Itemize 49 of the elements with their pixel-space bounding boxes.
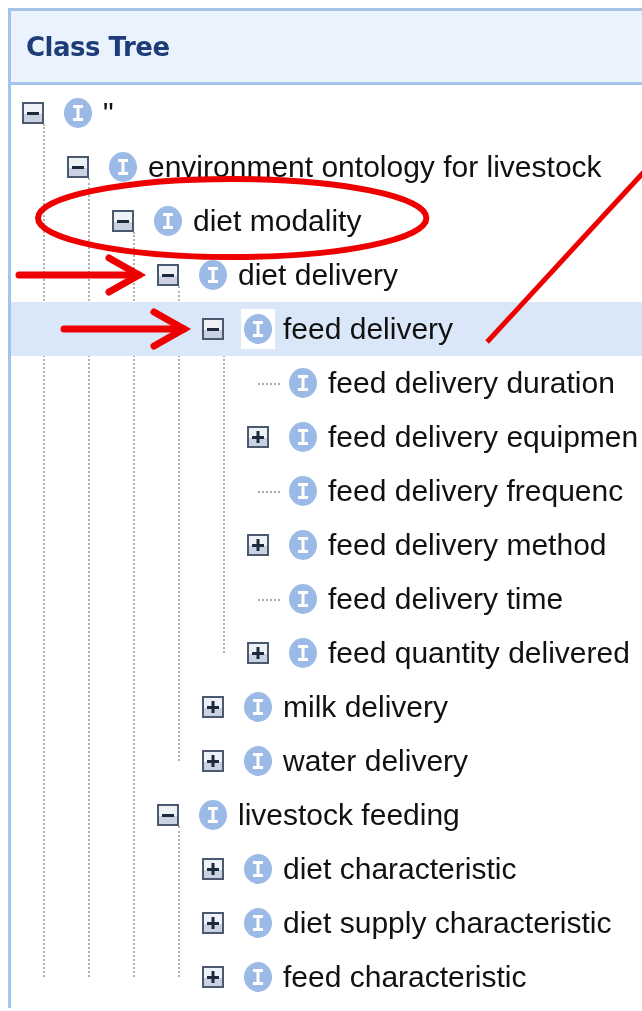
tree-item-label[interactable]: diet modality [193,204,362,238]
class-icon [199,260,227,290]
tree-item-label[interactable]: diet characteristic [283,852,517,886]
class-icon [289,584,317,614]
class-icon [109,152,137,182]
class-icon [64,98,92,128]
tree-item-label[interactable]: diet delivery [238,258,399,292]
tree-item-label[interactable]: diet supply characteristic [283,906,612,940]
tree-item-label[interactable]: feed delivery duration [328,366,615,400]
class-icon [244,692,272,722]
tree-item-label[interactable]: water delivery [283,744,469,778]
class-icon [244,908,272,938]
collapse-toggle[interactable] [157,264,179,286]
tree-item-label[interactable]: feed delivery time [328,582,564,616]
class-icon [244,962,272,992]
expand-toggle[interactable] [202,966,224,988]
tree-item-label[interactable]: milk delivery [283,690,449,724]
tree-item-label[interactable]: feed delivery frequenc [328,474,624,508]
class-icon [289,368,317,398]
expand-toggle[interactable] [202,912,224,934]
tree-item-label[interactable]: environment ontology for livestock [148,150,602,184]
tree-item-label[interactable]: feed characteristic [283,960,527,994]
tree-item-label[interactable]: feed delivery method [328,528,607,562]
expand-toggle[interactable] [247,642,269,664]
panel-title: Class Tree [26,31,170,62]
expand-toggle[interactable] [202,858,224,880]
expand-toggle[interactable] [202,750,224,772]
class-icon [244,854,272,884]
class-icon [289,422,317,452]
collapse-toggle[interactable] [112,210,134,232]
expand-toggle[interactable] [247,534,269,556]
tree-item-label[interactable]: livestock feeding [238,798,460,832]
class-icon [199,800,227,830]
expand-toggle[interactable] [202,696,224,718]
class-icon [244,314,272,344]
collapse-toggle[interactable] [157,804,179,826]
class-icon [244,746,272,776]
tree-item-label[interactable]: feed delivery [283,312,454,346]
collapse-toggle[interactable] [67,156,89,178]
class-icon [154,206,182,236]
collapse-toggle[interactable] [22,102,44,124]
class-icon [289,476,317,506]
class-icon [289,638,317,668]
tree-item-label[interactable]: " [103,96,114,130]
tree-item-label[interactable]: feed quantity delivered [328,636,630,670]
class-icon [289,530,317,560]
collapse-toggle[interactable] [202,318,224,340]
tree-item-label[interactable]: feed delivery equipmen [328,420,639,454]
expand-toggle[interactable] [247,426,269,448]
